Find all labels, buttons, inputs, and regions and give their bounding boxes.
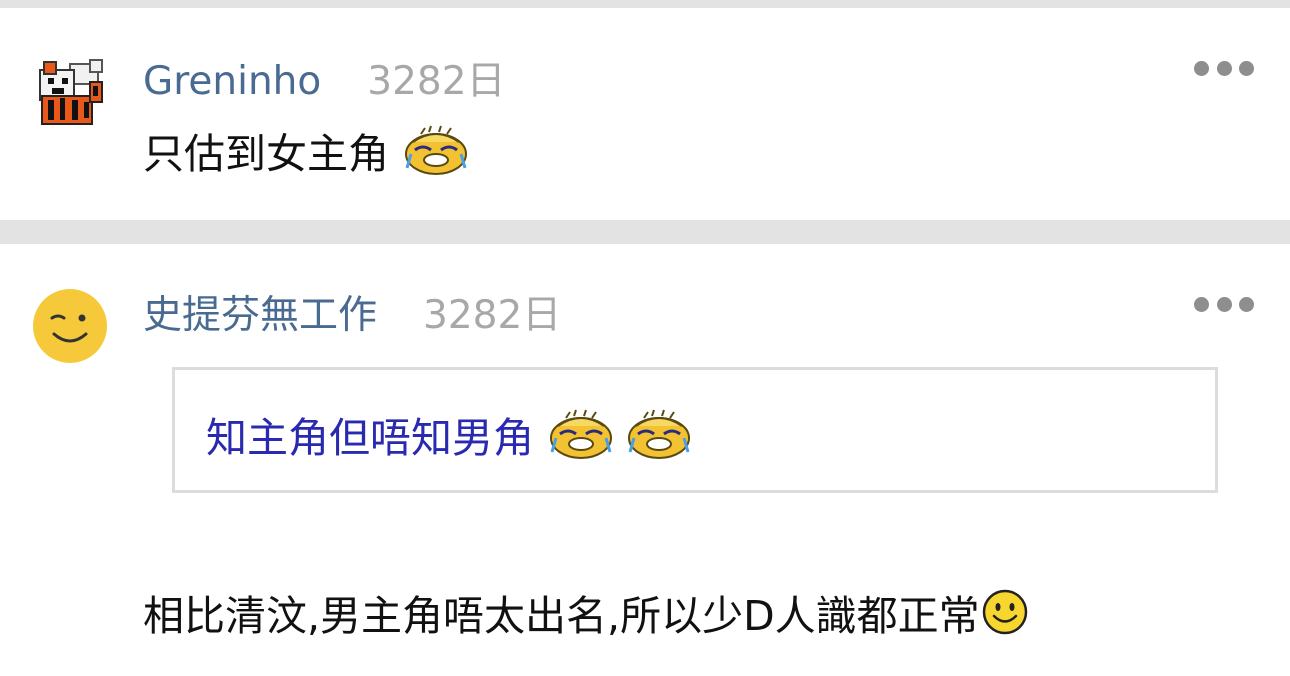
quote-text: 知主角但唔知男角: [206, 404, 692, 464]
dot: [1216, 296, 1232, 312]
quote-text-content: 知主角但唔知男角: [206, 414, 534, 462]
dot: [1194, 60, 1209, 76]
dot: [1239, 60, 1254, 76]
dot: [1216, 60, 1232, 76]
username[interactable]: 史提芬無工作: [143, 284, 377, 340]
smiley-face-avatar-icon: [33, 289, 107, 363]
comment-card: Greninho 3282日 只估到女主角: [0, 8, 1290, 220]
comment-meta: 史提芬無工作 3282日: [143, 284, 561, 340]
crying-face-icon: [550, 409, 612, 459]
dot: [1239, 296, 1254, 312]
more-options-icon[interactable]: [1194, 294, 1254, 314]
timestamp: 3282日: [423, 293, 562, 338]
dot: [1194, 296, 1209, 312]
more-options-icon[interactable]: [1194, 58, 1254, 78]
crying-face-icon: [405, 125, 467, 175]
quoted-reply[interactable]: 知主角但唔知男角: [172, 367, 1218, 493]
user-avatar[interactable]: [32, 52, 108, 128]
comment-card: 史提芬無工作 3282日 知主角但唔知男角 相比清汶,男主角唔太出名,所以少D人…: [0, 244, 1290, 676]
comment-meta: Greninho 3282日: [143, 50, 506, 106]
username[interactable]: Greninho: [143, 59, 321, 104]
smile-icon: [982, 589, 1027, 635]
user-avatar[interactable]: [32, 288, 108, 364]
timestamp: 3282日: [367, 59, 506, 104]
comment-text: 只估到女主角: [143, 120, 469, 180]
tiger-pixel-avatar-icon: [39, 59, 103, 125]
comment-thread: Greninho 3282日 只估到女主角 史提芬無工作 3282日 知主角但唔…: [0, 0, 1290, 676]
comment-text: 相比清汶,男主角唔太出名,所以少D人識都正常: [143, 582, 1028, 642]
comment-text-content: 相比清汶,男主角唔太出名,所以少D人識都正常: [143, 592, 980, 640]
comment-text-content: 只估到女主角: [143, 130, 389, 178]
crying-face-icon: [628, 409, 690, 459]
